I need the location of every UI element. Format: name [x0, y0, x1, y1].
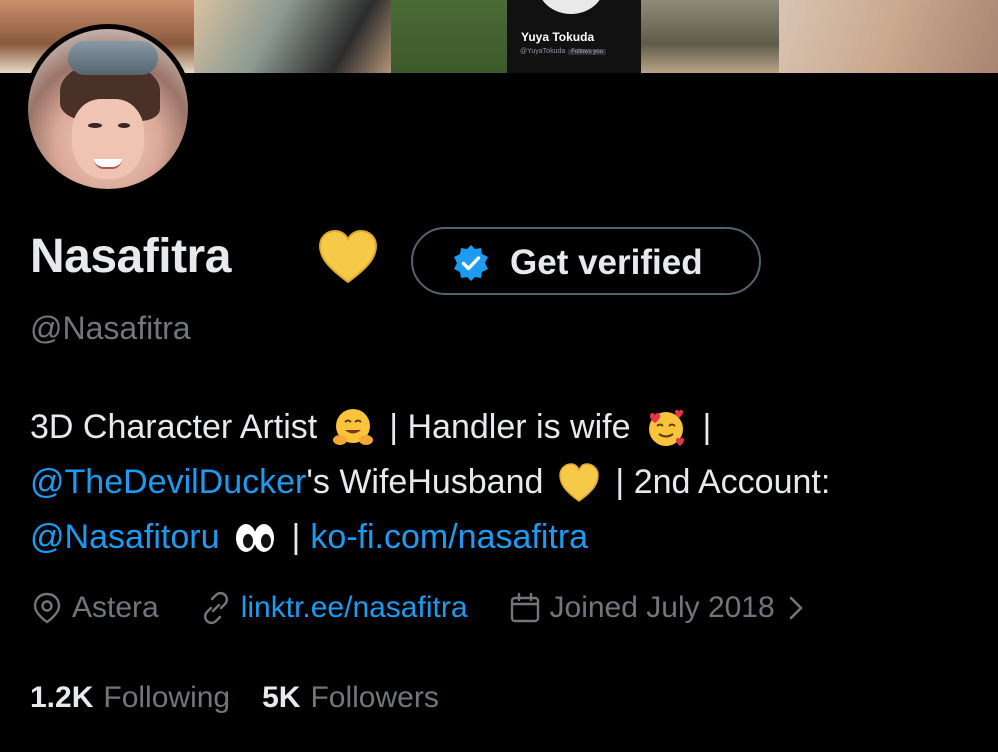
eyes-icon: [236, 523, 275, 552]
bio-line-1: 3D Character Artist | Handler is wife |: [30, 400, 990, 455]
profile-stats: 1.2K Following 5K Followers: [30, 676, 471, 720]
followers-count: 5K: [262, 681, 301, 714]
bio-text: 3D Character Artist: [30, 408, 318, 446]
verified-badge-icon: [454, 245, 488, 281]
bio-text: | Handler is wife: [389, 408, 631, 446]
banner-artwork-5: [641, 0, 779, 73]
location-text: Astera: [72, 591, 159, 624]
banner-artwork-3: [391, 0, 507, 73]
followers-count-link[interactable]: 5K Followers: [262, 681, 471, 715]
smiling-hearts-face-icon: [649, 409, 685, 446]
website-link[interactable]: linktr.ee/nasafitra: [241, 591, 468, 625]
bio-text: 's WifeHusband: [306, 463, 544, 501]
location-item: Astera: [30, 591, 159, 625]
kofi-link[interactable]: ko-fi.com/nasafitra: [310, 510, 588, 565]
banner-artwork-2: [194, 0, 391, 73]
profile-bio: 3D Character Artist | Handler is wife | …: [30, 400, 990, 565]
bio-line-2: @TheDevilDucker 's WifeHusband | 2nd Acc…: [30, 455, 990, 510]
get-verified-button[interactable]: Get verified: [411, 227, 761, 295]
bio-text: |: [702, 408, 712, 446]
mention-link[interactable]: @Nasafitoru: [30, 510, 219, 565]
location-pin-icon: [33, 592, 61, 624]
banner-embedded-name: Yuya Tokuda: [521, 30, 595, 44]
link-icon: [203, 591, 228, 625]
bio-line-3: @Nasafitoru | ko-fi.com/nasafitra: [30, 510, 990, 565]
bio-text: | 2nd Account:: [615, 463, 831, 501]
following-count: 1.2K: [30, 681, 94, 714]
following-count-link[interactable]: 1.2K Following: [30, 681, 262, 715]
followers-label: Followers: [310, 681, 439, 714]
joined-item[interactable]: Joined July 2018: [508, 591, 807, 625]
banner-artwork-6: [779, 0, 998, 73]
website-item[interactable]: linktr.ee/nasafitra: [199, 591, 468, 625]
avatar-image: [28, 29, 188, 189]
mention-link[interactable]: @TheDevilDucker: [30, 455, 306, 510]
following-label: Following: [103, 681, 231, 714]
yellow-heart-icon: [559, 462, 600, 502]
joined-text: Joined July 2018: [549, 591, 775, 624]
profile-handle: @Nasafitra: [30, 310, 191, 346]
chevron-right-icon: [789, 596, 802, 620]
banner-embedded-handle: @YuyaTokuda Follows you: [520, 48, 606, 55]
profile-meta: Astera linktr.ee/nasafitra Joined July 2…: [30, 586, 847, 630]
profile-avatar[interactable]: [23, 24, 193, 194]
get-verified-label: Get verified: [510, 243, 703, 282]
hugging-face-icon: [333, 408, 374, 445]
yellow-heart-icon: [318, 229, 378, 284]
display-name: Nasafitra: [30, 230, 231, 283]
bio-text: |: [291, 518, 301, 556]
calendar-icon: [510, 592, 539, 623]
